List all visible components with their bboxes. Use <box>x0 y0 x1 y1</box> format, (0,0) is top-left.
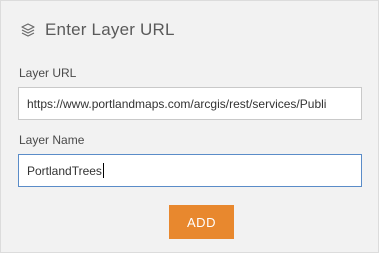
layer-name-input[interactable]: PortlandTrees <box>18 154 362 187</box>
layer-url-value: https://www.portlandmaps.com/arcgis/rest… <box>27 96 327 111</box>
add-button[interactable]: ADD <box>169 205 234 239</box>
layers-icon <box>19 21 37 39</box>
layer-name-label: Layer Name <box>19 133 85 147</box>
layer-url-label: Layer URL <box>19 66 77 80</box>
panel-header: Enter Layer URL <box>19 20 175 40</box>
panel-title: Enter Layer URL <box>45 20 175 39</box>
text-caret <box>102 163 104 178</box>
layer-name-value: PortlandTrees <box>27 163 102 178</box>
layer-url-input[interactable]: https://www.portlandmaps.com/arcgis/rest… <box>18 87 362 120</box>
enter-layer-url-panel: Enter Layer URL Layer URL https://www.po… <box>0 0 379 253</box>
